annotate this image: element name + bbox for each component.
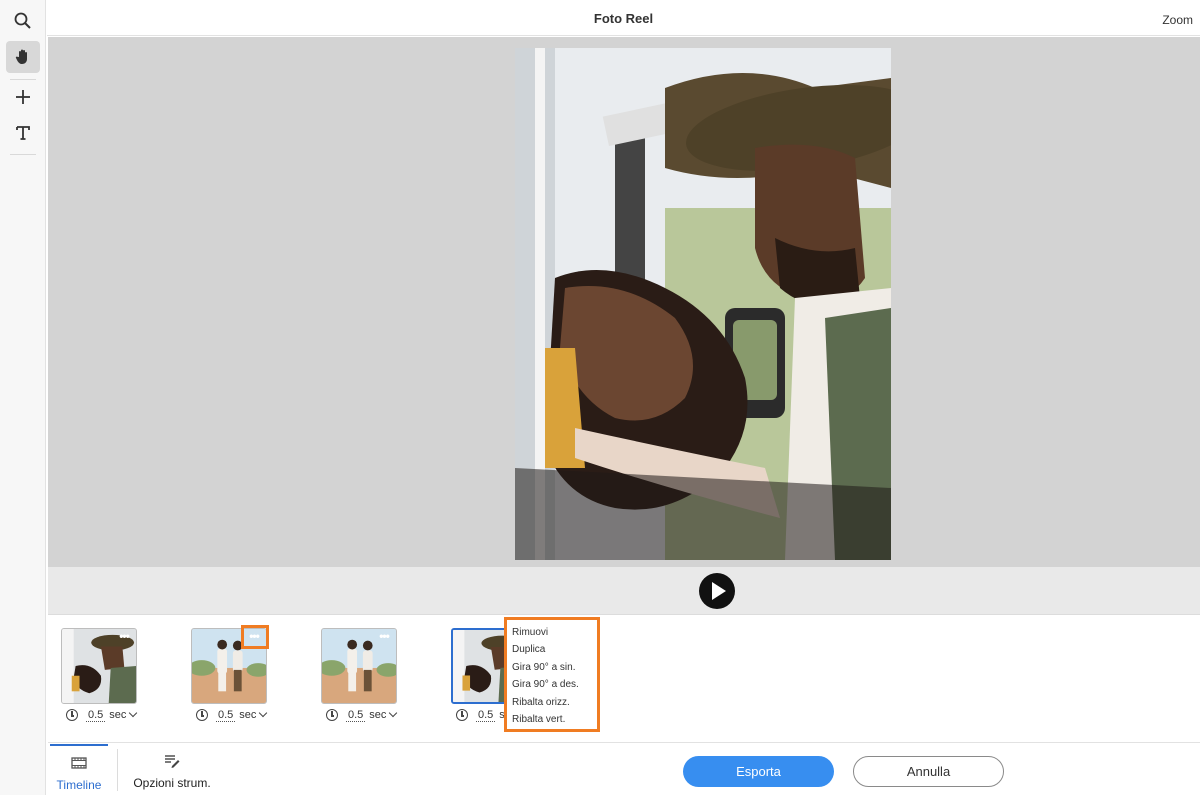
duration-value[interactable]: 0.5 [216,709,236,722]
search-tool[interactable] [6,5,40,37]
playback-bar [48,567,1200,615]
text-tool-icon [16,126,30,140]
menu-item-rotate-left[interactable]: Gira 90° a sin. [512,659,592,676]
clock-icon [326,709,338,721]
menu-item-remove[interactable]: Rimuovi [512,624,592,641]
duration-value[interactable]: 0.5 [476,709,496,722]
app-window: Foto Reel Zoom ••• 0.5 sec ••• 0.5 sec •… [0,0,1200,795]
clip-context-menu: Rimuovi Duplica Gira 90° a sin. Gira 90°… [504,617,600,732]
tab-tool-options-label: Opzioni strum. [133,776,211,790]
zoom-control[interactable]: Zoom [1162,13,1193,27]
tool-options-icon [165,755,180,768]
header: Foto Reel Zoom [47,0,1200,36]
left-toolbar [0,0,46,795]
cancel-button[interactable]: Annulla [853,756,1004,787]
hand-tool[interactable] [6,41,40,73]
bottom-bar: Timeline Opzioni strum. Esporta Annulla [48,744,1200,795]
tab-divider [117,749,118,791]
clock-icon [66,709,78,721]
toolbar-divider [10,79,36,80]
clip-duration-2[interactable]: 0.5 sec [196,708,268,722]
couple-photo-illustration [515,48,891,560]
add-tool[interactable] [6,81,40,113]
clock-icon [456,709,468,721]
text-tool[interactable] [6,117,40,149]
duration-value[interactable]: 0.5 [346,709,366,722]
duration-unit: sec [109,709,127,721]
clip-duration-1[interactable]: 0.5 sec [66,708,138,722]
filmstrip-icon [71,757,87,769]
menu-item-flip-horizontal[interactable]: Ribalta orizz. [512,694,592,711]
tab-tool-options[interactable]: Opzioni strum. [130,744,214,795]
duration-unit: sec [369,709,387,721]
chevron-down-icon[interactable] [129,708,138,718]
timeline-clip-1[interactable]: ••• [61,628,137,704]
export-button[interactable]: Esporta [683,756,834,787]
duration-value[interactable]: 0.5 [86,709,106,722]
chevron-down-icon[interactable] [389,708,398,718]
play-button[interactable] [699,573,735,609]
timeline-strip: ••• 0.5 sec ••• 0.5 sec ••• 0.5 sec 0.5 … [48,616,1200,743]
chevron-down-icon[interactable] [259,708,268,718]
toolbar-divider [10,154,36,155]
more-options-highlight [241,625,269,649]
play-icon [712,582,726,600]
more-options-icon[interactable]: ••• [115,630,133,644]
clock-icon [196,709,208,721]
menu-item-rotate-right[interactable]: Gira 90° a des. [512,676,592,693]
menu-item-duplicate[interactable]: Duplica [512,641,592,658]
search-icon [14,12,31,29]
more-options-icon[interactable]: ••• [375,630,393,644]
preview-photo [515,48,891,560]
page-title: Foto Reel [593,11,654,26]
menu-item-flip-vertical[interactable]: Ribalta vert. [512,711,592,728]
timeline-clip-3[interactable]: ••• [321,628,397,704]
hand-icon [15,49,27,64]
duration-unit: sec [239,709,257,721]
tab-timeline-label: Timeline [56,778,102,792]
clip-duration-3[interactable]: 0.5 sec [326,708,398,722]
tab-timeline[interactable]: Timeline [50,744,108,795]
crosshair-plus-icon [16,90,30,104]
preview-canvas [48,37,1200,567]
